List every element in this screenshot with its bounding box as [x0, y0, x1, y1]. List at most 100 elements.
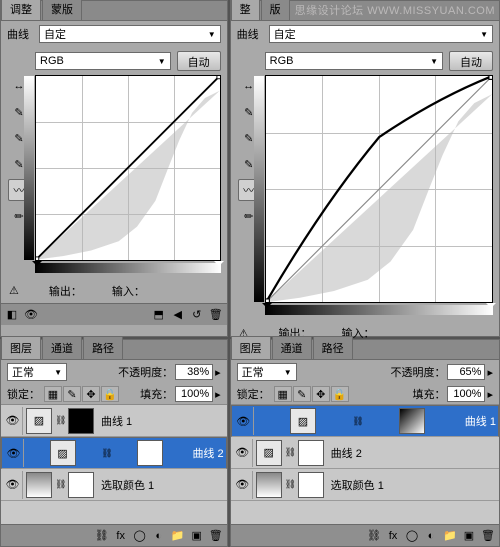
fill-value[interactable]: 100% [175, 386, 213, 402]
visibility-icon[interactable]: 👁 [234, 407, 254, 435]
visibility-icon[interactable]: 👁 [3, 471, 23, 499]
lock-trans-icon[interactable]: ▦ [44, 386, 62, 402]
input-gradient[interactable] [265, 305, 493, 315]
link-icon[interactable]: ⛓ [55, 479, 65, 490]
layer-name[interactable]: 曲线 1 [465, 413, 496, 429]
lock-move-icon[interactable]: ✥ [312, 386, 330, 402]
lock-label: 锁定： [237, 386, 270, 402]
adjust-btn[interactable]: ◐ [422, 528, 440, 544]
layer-name[interactable]: 曲线 2 [192, 445, 223, 461]
fill-label: 填充： [412, 386, 445, 402]
histogram [36, 91, 220, 260]
opacity-value[interactable]: 38% [175, 364, 213, 380]
lock-all-icon[interactable]: 🔒 [101, 386, 119, 402]
mask-btn[interactable]: ◯ [131, 528, 149, 544]
tab-mask[interactable]: 蒙版 [42, 0, 82, 20]
auto-button[interactable]: 自动 [449, 51, 493, 71]
tab-paths[interactable]: 路径 [83, 336, 123, 359]
preset-label: 曲线 [237, 26, 265, 42]
fx-btn[interactable]: fx [112, 528, 130, 544]
lock-move-icon[interactable]: ✥ [82, 386, 100, 402]
output-label: 输出： [49, 283, 82, 299]
mask-thumb[interactable] [298, 472, 324, 498]
layer-row[interactable]: 👁 ▨ ⛓ 曲线 1 [1, 405, 227, 437]
trash-icon[interactable]: 🗑 [207, 306, 225, 322]
preset-select[interactable]: 自定▼ [39, 25, 221, 43]
trash-icon[interactable]: 🗑 [207, 528, 225, 544]
tab-adjust[interactable]: 调整 [231, 0, 260, 20]
layer-row[interactable]: 👁 ▨ ⛓ 曲线 1 [231, 405, 499, 437]
fx-btn[interactable]: fx [384, 528, 402, 544]
link-icon[interactable]: ⛓ [352, 416, 362, 427]
layer-thumb[interactable]: ▨ [256, 440, 282, 466]
new-btn[interactable]: ▣ [188, 528, 206, 544]
mask-thumb[interactable] [68, 408, 94, 434]
mask-thumb[interactable] [399, 408, 425, 434]
link-btn[interactable]: ⛓ [365, 528, 383, 544]
tab-layers[interactable]: 图层 [1, 336, 41, 359]
opacity-value[interactable]: 65% [447, 364, 485, 380]
preset-select[interactable]: 自定▼ [269, 25, 493, 43]
tab-mask[interactable]: 蒙版 [261, 0, 290, 20]
link-icon[interactable]: ⛓ [285, 479, 295, 490]
tab-layers[interactable]: 图层 [231, 336, 271, 359]
group-btn[interactable]: 📁 [169, 528, 187, 544]
layer-thumb[interactable]: ▨ [50, 440, 76, 466]
link-btn[interactable]: ⛓ [93, 528, 111, 544]
fill-label: 填充： [140, 386, 173, 402]
fill-value[interactable]: 100% [447, 386, 485, 402]
prev-icon[interactable]: ◀ [169, 306, 187, 322]
trash-icon[interactable]: 🗑 [479, 528, 497, 544]
layer-name[interactable]: 曲线 1 [101, 413, 132, 429]
layer-row[interactable]: 👁 ▨ ⛓ 曲线 2 [1, 437, 227, 469]
curves-graph[interactable] [35, 75, 221, 261]
input-gradient[interactable] [35, 263, 221, 273]
layer-row[interactable]: 👁 ▨ ⛓ 曲线 2 [231, 437, 499, 469]
blend-mode-select[interactable]: 正常▼ [7, 363, 67, 381]
opacity-label: 不透明度： [118, 364, 173, 380]
link-icon[interactable]: ⛓ [55, 415, 65, 426]
layer-icon[interactable]: ◧ [3, 306, 21, 322]
lock-paint-icon[interactable]: ✎ [293, 386, 311, 402]
clip-icon[interactable]: ⬒ [150, 306, 168, 322]
lock-trans-icon[interactable]: ▦ [274, 386, 292, 402]
mask-thumb[interactable] [137, 440, 163, 466]
layer-thumb[interactable]: ▨ [290, 408, 316, 434]
group-btn[interactable]: 📁 [441, 528, 459, 544]
layer-row[interactable]: 👁 ⛓ 选取颜色 1 [1, 469, 227, 501]
watermark: 思缘设计论坛 WWW.MISSYUAN.COM [291, 0, 499, 20]
layer-name[interactable]: 选取颜色 1 [101, 477, 154, 493]
tab-paths[interactable]: 路径 [313, 336, 353, 359]
adjust-btn[interactable]: ◐ [150, 528, 168, 544]
visibility-icon[interactable]: 👁 [233, 439, 253, 467]
output-gradient [24, 76, 34, 260]
visibility-icon[interactable]: 👁 [3, 407, 23, 435]
new-btn[interactable]: ▣ [460, 528, 478, 544]
layer-thumb[interactable] [26, 472, 52, 498]
channel-select[interactable]: RGB▼ [265, 52, 443, 70]
curves-graph[interactable] [265, 75, 493, 303]
tab-adjust[interactable]: 调整 [1, 0, 41, 20]
layer-name[interactable]: 曲线 2 [331, 445, 362, 461]
visibility-icon[interactable]: 👁 [233, 471, 253, 499]
mask-thumb[interactable] [298, 440, 324, 466]
layer-thumb[interactable] [256, 472, 282, 498]
tab-channels[interactable]: 通道 [42, 336, 82, 359]
mask-btn[interactable]: ◯ [403, 528, 421, 544]
output-gradient [254, 76, 264, 302]
visibility-icon[interactable]: 👁 [4, 439, 24, 467]
lock-all-icon[interactable]: 🔒 [331, 386, 349, 402]
mask-thumb[interactable] [68, 472, 94, 498]
reset-icon[interactable]: ↺ [188, 306, 206, 322]
layer-name[interactable]: 选取颜色 1 [331, 477, 384, 493]
lock-paint-icon[interactable]: ✎ [63, 386, 81, 402]
view-icon[interactable]: 👁 [22, 306, 40, 322]
auto-button[interactable]: 自动 [177, 51, 221, 71]
blend-mode-select[interactable]: 正常▼ [237, 363, 297, 381]
link-icon[interactable]: ⛓ [101, 448, 111, 459]
link-icon[interactable]: ⛓ [285, 447, 295, 458]
tab-channels[interactable]: 通道 [272, 336, 312, 359]
channel-select[interactable]: RGB▼ [35, 52, 171, 70]
layer-row[interactable]: 👁 ⛓ 选取颜色 1 [231, 469, 499, 501]
layer-thumb[interactable]: ▨ [26, 408, 52, 434]
